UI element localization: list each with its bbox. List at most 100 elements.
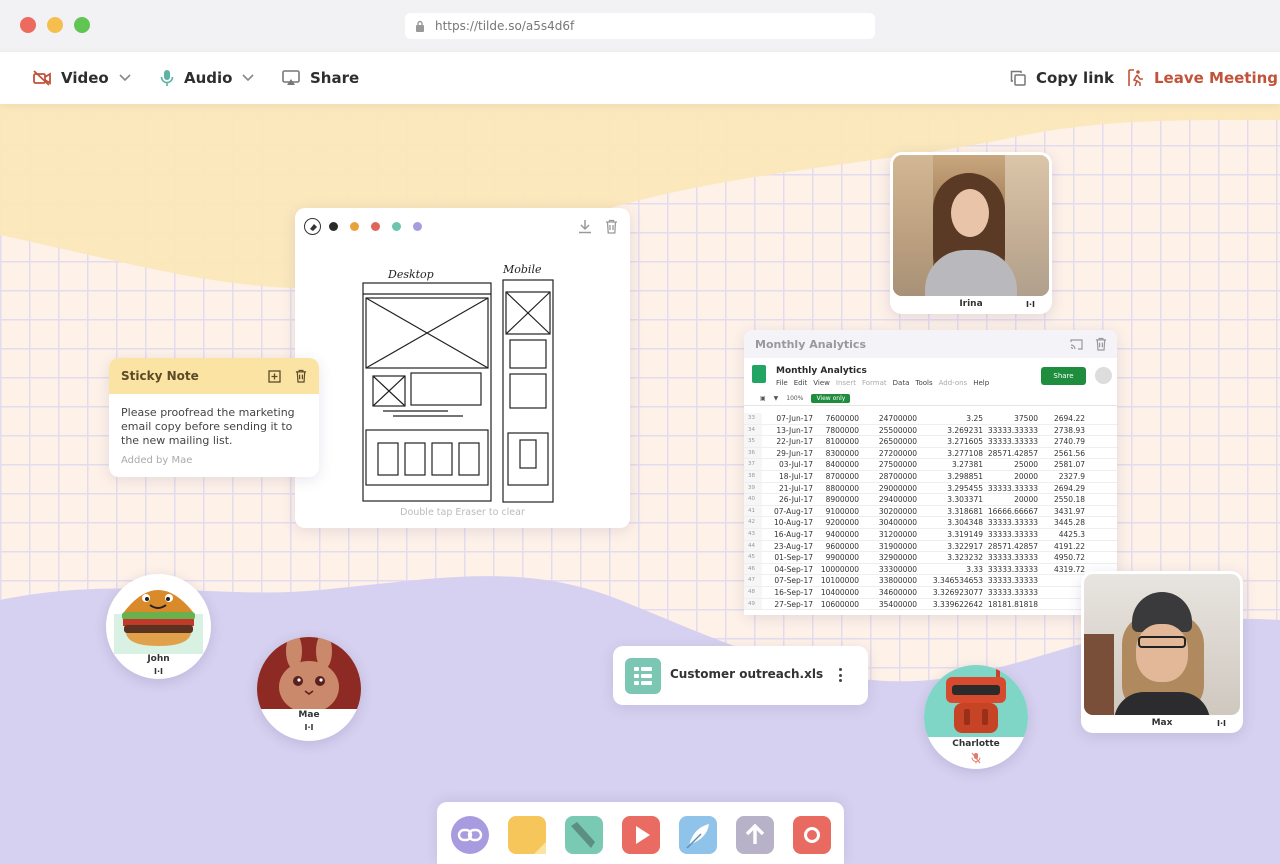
table-cell[interactable]: 3.271605	[920, 436, 986, 447]
table-cell[interactable]: 2738.93	[1041, 425, 1088, 436]
trash-icon[interactable]	[1095, 337, 1107, 351]
table-cell[interactable]: 10100000	[816, 575, 862, 586]
video-button[interactable]: Video	[33, 52, 141, 104]
table-cell[interactable]: 03-Jul-17	[762, 459, 816, 470]
add-note-icon[interactable]	[268, 369, 281, 383]
chevron-down-icon[interactable]	[119, 74, 131, 82]
table-cell[interactable]: 3431.97	[1041, 506, 1088, 517]
table-cell[interactable]: 8300000	[816, 448, 862, 459]
file-card[interactable]: Customer outreach.xls	[613, 646, 868, 705]
sheet-menu-item[interactable]: File	[776, 379, 788, 387]
table-cell[interactable]: 2694.29	[1041, 483, 1088, 494]
table-cell[interactable]: 33333.33333	[986, 517, 1041, 528]
table-cell[interactable]: 3.318681	[920, 506, 986, 517]
table-cell[interactable]: 28571.42857	[986, 448, 1041, 459]
table-cell[interactable]: 3.339622642	[920, 599, 986, 610]
table-cell[interactable]: 7800000	[816, 425, 862, 436]
table-row[interactable]: 36 29-Jun-17 8300000 27200000 3.277108 28571.…	[744, 447, 1117, 460]
table-cell[interactable]: 27200000	[862, 448, 920, 459]
sheet-menu-item[interactable]: Data	[893, 379, 910, 387]
table-row[interactable]: 43 16-Aug-17 9400000 31200000 3.319149 33333.…	[744, 528, 1117, 541]
table-cell[interactable]: 8900000	[816, 494, 862, 505]
upload-tool-button[interactable]	[736, 816, 774, 854]
table-cell[interactable]: 2561.56	[1041, 448, 1088, 459]
table-cell[interactable]: 9400000	[816, 529, 862, 540]
table-cell[interactable]: 37500	[986, 413, 1041, 424]
table-cell[interactable]: 2581.07	[1041, 459, 1088, 470]
video-tile-max[interactable]: Max I·I	[1081, 571, 1243, 733]
table-cell[interactable]: 20000	[986, 471, 1041, 482]
table-cell[interactable]: 8700000	[816, 471, 862, 482]
marker-tool-button[interactable]	[565, 816, 603, 854]
table-cell[interactable]: 27500000	[862, 459, 920, 470]
table-cell[interactable]: 16-Aug-17	[762, 529, 816, 540]
table-cell[interactable]: 4319.72	[1041, 564, 1088, 575]
table-cell[interactable]: 9600000	[816, 541, 862, 552]
table-row[interactable]: 41 07-Aug-17 9100000 30200000 3.318681 16666.…	[744, 505, 1117, 518]
table-cell[interactable]: 33333.33333	[986, 436, 1041, 447]
close-window-button[interactable]	[20, 17, 36, 33]
table-cell[interactable]: 07-Sep-17	[762, 575, 816, 586]
table-cell[interactable]: 18181.81818	[986, 599, 1041, 610]
table-cell[interactable]: 21-Jul-17	[762, 483, 816, 494]
address-bar[interactable]: https://tilde.so/a5s4d6f	[405, 13, 875, 39]
table-cell[interactable]: 10000000	[816, 564, 862, 575]
leave-meeting-button[interactable]: Leave Meeting	[1128, 52, 1278, 104]
table-cell[interactable]: 10600000	[816, 599, 862, 610]
table-cell[interactable]: 24700000	[862, 413, 920, 424]
table-cell[interactable]: 16-Sep-17	[762, 587, 816, 598]
table-cell[interactable]: 3445.28	[1041, 517, 1088, 528]
avatar-charlotte[interactable]: Charlotte	[924, 665, 1028, 769]
sheet-menu-item[interactable]: Format	[862, 379, 887, 387]
table-cell[interactable]: 07-Aug-17	[762, 506, 816, 517]
maximize-window-button[interactable]	[74, 17, 90, 33]
sticky-note-text[interactable]: Please proofread the marketing email cop…	[121, 406, 307, 448]
table-cell[interactable]: 25000	[986, 459, 1041, 470]
table-cell[interactable]: 07-Jun-17	[762, 413, 816, 424]
table-cell[interactable]: 33800000	[862, 575, 920, 586]
table-cell[interactable]: 22-Jun-17	[762, 436, 816, 447]
table-row[interactable]: 35 22-Jun-17 8100000 26500000 3.271605 33333.…	[744, 436, 1117, 448]
table-cell[interactable]: 35400000	[862, 599, 920, 610]
table-row[interactable]: 38 18-Jul-17 8700000 28700000 3.298851 20000 2…	[744, 470, 1117, 483]
table-row[interactable]: 40 26-Jul-17 8900000 29400000 3.303371 20000 2…	[744, 494, 1117, 506]
table-cell[interactable]: 34600000	[862, 587, 920, 598]
spreadsheet-embed[interactable]: Monthly Analytics File Edit View Insert Form…	[744, 358, 1117, 615]
table-row[interactable]: 34 13-Jun-17 7800000 25500000 3.269231 33333.…	[744, 424, 1117, 437]
table-cell[interactable]: 3.304348	[920, 517, 986, 528]
table-cell[interactable]: 33333.33333	[986, 483, 1041, 494]
share-button[interactable]: Share	[282, 52, 359, 104]
draw-tool-button[interactable]	[679, 816, 717, 854]
table-row[interactable]: 33 07-Jun-17 7600000 24700000 3.25 37500 2694.…	[744, 413, 1117, 425]
sheet-menu-item[interactable]: Tools	[915, 379, 932, 387]
table-cell[interactable]: 13-Jun-17	[762, 425, 816, 436]
filter-icon[interactable]: ▼	[774, 395, 779, 402]
sticky-note-tool-button[interactable]	[508, 816, 546, 854]
table-cell[interactable]: 8100000	[816, 436, 862, 447]
table-cell[interactable]: 2550.18	[1041, 494, 1088, 505]
color-swatch[interactable]	[329, 222, 338, 231]
sheet-menu-item[interactable]: Insert	[836, 379, 856, 387]
table-cell[interactable]: 9200000	[816, 517, 862, 528]
sheet-menu-item[interactable]: Add-ons	[939, 379, 968, 387]
color-swatch[interactable]	[350, 222, 359, 231]
table-cell[interactable]: 3.25	[920, 413, 986, 424]
table-cell[interactable]: 33333.33333	[986, 575, 1041, 586]
table-cell[interactable]: 3.346534653	[920, 575, 986, 586]
table-cell[interactable]: 3.319149	[920, 529, 986, 540]
table-cell[interactable]: 33333.33333	[986, 564, 1041, 575]
table-cell[interactable]: 3.323232	[920, 552, 986, 563]
table-cell[interactable]: 3.277108	[920, 448, 986, 459]
table-cell[interactable]: 4950.72	[1041, 552, 1088, 563]
copy-link-button[interactable]: Copy link	[1010, 52, 1114, 104]
chevron-down-icon[interactable]	[242, 74, 255, 82]
eraser-icon[interactable]	[304, 218, 321, 235]
table-cell[interactable]: 33333.33333	[986, 529, 1041, 540]
more-options-icon[interactable]	[835, 665, 845, 685]
table-cell[interactable]: 29-Jun-17	[762, 448, 816, 459]
table-cell[interactable]: 3.326923077	[920, 587, 986, 598]
zoom-value[interactable]: 100%	[786, 395, 803, 402]
view-only-badge[interactable]: View only	[811, 394, 851, 403]
table-cell[interactable]: 33333.33333	[986, 552, 1041, 563]
table-cell[interactable]: 25500000	[862, 425, 920, 436]
